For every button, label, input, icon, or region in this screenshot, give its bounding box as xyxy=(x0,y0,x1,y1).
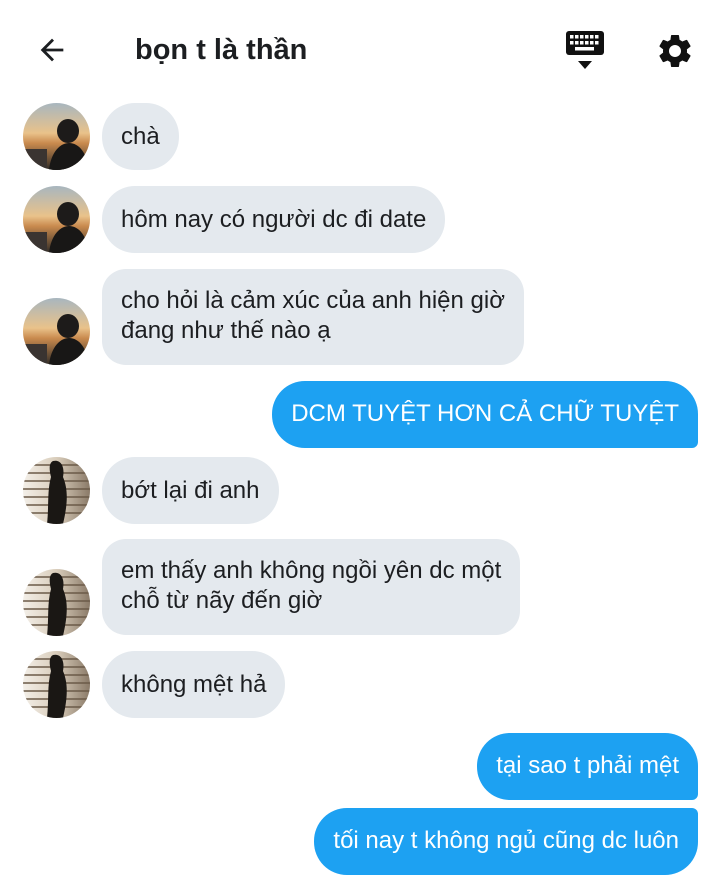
avatar[interactable] xyxy=(23,103,90,170)
message-text-line: đang như thế nào ạ xyxy=(121,317,331,344)
message-bubble-incoming[interactable]: chà xyxy=(102,103,179,170)
avatar-photo xyxy=(23,651,90,718)
message-text: tối nay t không ngủ cũng dc luôn xyxy=(333,827,679,854)
arrow-left-icon xyxy=(40,38,64,62)
message-text: tại sao t phải mệt xyxy=(496,752,679,779)
message-text: chà xyxy=(121,123,160,150)
message-text: bớt lại đi anh xyxy=(121,477,260,504)
back-button[interactable] xyxy=(32,30,72,70)
message-bubble-incoming[interactable]: cho hỏi là cảm xúc của anh hiện giờ đang… xyxy=(102,269,524,365)
message-bubble-outgoing[interactable]: tại sao t phải mệt xyxy=(477,733,698,800)
message-text-line: em thấy anh không ngồi yên dc một xyxy=(121,557,502,584)
avatar[interactable] xyxy=(23,186,90,253)
message-bubble-incoming[interactable]: em thấy anh không ngồi yên dc một chỗ từ… xyxy=(102,539,521,635)
avatar-photo xyxy=(23,298,90,365)
chat-header: bọn t là thần xyxy=(0,0,719,100)
message-text: DCM TUYỆT HƠN CẢ CHỮ TUYỆT xyxy=(291,400,679,427)
message-bubble-incoming[interactable]: hôm nay có người dc đi date xyxy=(102,186,446,253)
message-text-line: cho hỏi là cảm xúc của anh hiện giờ xyxy=(121,287,505,314)
message-bubble-incoming[interactable]: bớt lại đi anh xyxy=(102,457,279,524)
avatar[interactable] xyxy=(23,651,90,718)
gear-icon xyxy=(659,34,691,67)
avatar[interactable] xyxy=(23,457,90,524)
avatar-photo xyxy=(23,457,90,524)
message-bubble-outgoing[interactable]: tối nay t không ngủ cũng dc luôn xyxy=(314,808,698,875)
avatar-photo xyxy=(23,569,90,636)
chat-title: bọn t là thần xyxy=(135,34,308,66)
keyboard-button[interactable] xyxy=(562,28,608,74)
message-text: hôm nay có người dc đi date xyxy=(121,206,427,233)
message-bubble-incoming[interactable]: không mệt hả xyxy=(102,651,286,718)
message-text-line: chỗ từ nãy đến giờ xyxy=(121,587,323,614)
message-text: không mệt hả xyxy=(121,671,267,698)
message-bubble-outgoing[interactable]: DCM TUYỆT HƠN CẢ CHỮ TUYỆT xyxy=(272,381,698,448)
avatar-photo xyxy=(23,103,90,170)
keyboard-icon xyxy=(566,31,604,69)
avatar[interactable] xyxy=(23,298,90,365)
settings-button[interactable] xyxy=(652,28,698,74)
avatar[interactable] xyxy=(23,569,90,636)
avatar-photo xyxy=(23,186,90,253)
